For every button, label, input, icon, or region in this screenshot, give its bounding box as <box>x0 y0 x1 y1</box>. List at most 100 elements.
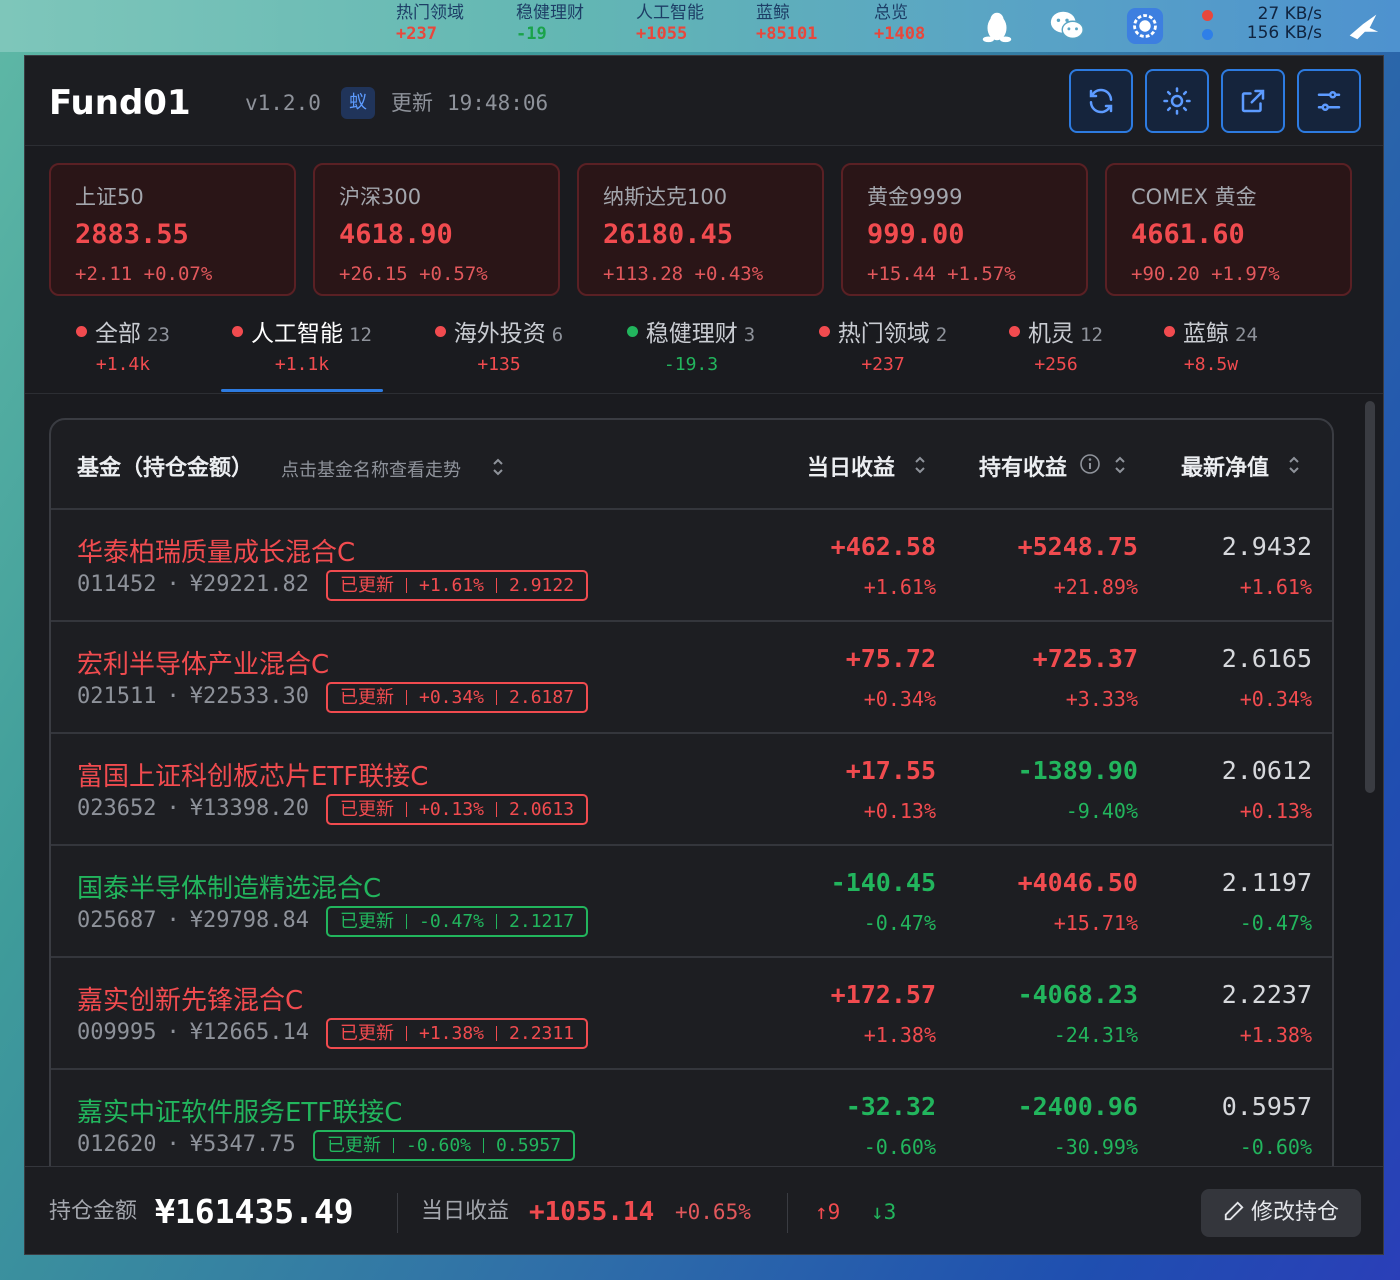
tab-status-dot-icon <box>1164 326 1176 337</box>
refresh-button[interactable] <box>1069 69 1133 133</box>
daily-profit-pct: -0.60% <box>863 1135 936 1159</box>
qq-penguin-icon[interactable] <box>978 7 1016 45</box>
daily-profit: +17.55 <box>845 756 936 785</box>
menubar-ticker[interactable]: 总览 +1408 <box>874 3 984 45</box>
fund-table: 基金（持仓金额） 点击基金名称查看走势 当日收益 持有收益 最新净值 华泰柏瑞质 <box>49 418 1334 1218</box>
badge-estimate-pct: +0.34% <box>419 687 485 708</box>
menubar-ticker-name: 热门领域 <box>396 3 464 23</box>
latest-nav-pct: +1.38% <box>1239 1023 1312 1047</box>
tab-1[interactable]: 全部 23 +1.4k <box>25 319 223 380</box>
menubar-ticker[interactable]: 稳健理财 -19 <box>516 3 626 45</box>
bird-icon[interactable] <box>1344 7 1382 45</box>
tab-profit: +135 <box>477 354 521 375</box>
index-name: 沪深300 <box>339 185 422 209</box>
fund-amount: ¥22533.30 <box>189 684 309 709</box>
settings-button[interactable] <box>1297 69 1361 133</box>
sort-nav-icon[interactable] <box>1287 454 1301 476</box>
fund-update-badge: 已更新 -0.60% 0.5957 <box>313 1130 576 1161</box>
index-card[interactable]: 纳斯达克100 26180.45 +113.28 +0.43% <box>577 163 824 296</box>
menubar-ticker[interactable]: 蓝鲸 +85101 <box>756 3 866 45</box>
app-logo: Fund01 <box>49 84 191 120</box>
tab-profit: +1.1k <box>274 354 330 375</box>
index-card[interactable]: 上证50 2883.55 +2.11 +0.07% <box>49 163 296 296</box>
sort-hold-icon[interactable] <box>1113 454 1127 476</box>
open-external-button[interactable] <box>1221 69 1285 133</box>
badge-estimate-pct: +1.38% <box>419 1023 485 1044</box>
menubar-ticker[interactable]: 人工智能 +1055 <box>636 3 746 45</box>
tab-profit: +8.5w <box>1183 354 1239 375</box>
tab-title: 热门领域 2 <box>783 319 983 350</box>
table-header: 基金（持仓金额） 点击基金名称查看走势 当日收益 持有收益 最新净值 <box>51 420 1332 510</box>
fund-code: 011452 <box>77 572 157 597</box>
col-hold-header[interactable]: 持有收益 <box>979 450 1067 482</box>
col-daily-header[interactable]: 当日收益 <box>807 450 895 482</box>
tab-7[interactable]: 蓝鲸 24 +8.5w <box>1111 319 1311 380</box>
fund-meta: 009995 · ¥12665.14 <box>77 1020 309 1045</box>
tabs-divider <box>25 393 1383 394</box>
col-fund-header[interactable]: 基金（持仓金额） <box>77 450 253 482</box>
tab-status-dot-icon <box>434 326 446 337</box>
app-logo-text: Fund01 <box>49 84 191 120</box>
tab-3[interactable]: 海外投资 6 +135 <box>399 319 599 380</box>
tab-count: 23 <box>147 324 170 346</box>
daily-profit-pct: +0.34% <box>863 687 936 711</box>
tab-count: 2 <box>935 324 948 346</box>
tab-status-dot-icon <box>1009 326 1021 337</box>
badge-estimate-nav: 2.9122 <box>509 575 575 596</box>
tab-4[interactable]: 稳健理财 3 -19.3 <box>591 319 791 380</box>
daily-total-pct: +0.65% <box>675 1200 751 1224</box>
tab-title: 稳健理财 3 <box>591 319 791 350</box>
fund-code: 021511 <box>77 684 157 709</box>
tab-count: 3 <box>743 324 756 346</box>
fund-amount: ¥29798.84 <box>189 908 309 933</box>
sun-icon <box>1163 87 1191 115</box>
edit-holdings-button[interactable]: 修改持仓 <box>1201 1189 1361 1237</box>
badge-status: 已更新 <box>340 575 394 596</box>
hold-profit: +4046.50 <box>1017 868 1138 897</box>
sort-daily-icon[interactable] <box>913 454 927 476</box>
app-gear-icon[interactable] <box>1126 7 1164 45</box>
system-menubar: 热门领域 +237 稳健理财 -19 人工智能 +1055 蓝鲸 +85101 总览 +1408 … <box>0 0 1400 52</box>
down-count: ↓3 <box>871 1200 897 1224</box>
badge-status: 已更新 <box>340 911 394 932</box>
fund-name[interactable]: 嘉实创新先锋混合C <box>77 980 303 1017</box>
fund-meta: 023652 · ¥13398.20 <box>77 796 309 821</box>
wechat-icon[interactable] <box>1048 7 1086 45</box>
fund-name[interactable]: 宏利半导体产业混合C <box>77 644 329 681</box>
scrollbar[interactable] <box>1365 401 1375 793</box>
latest-nav: 2.2237 <box>1221 980 1312 1009</box>
tab-label: 稳健理财 <box>645 321 738 347</box>
index-card[interactable]: 黄金9999 999.00 +15.44 +1.57% <box>841 163 1088 296</box>
table-row: 富国上证科创板芯片ETF联接C 023652 · ¥13398.20 已更新 +0.13%… <box>51 734 1332 846</box>
col-nav-header[interactable]: 最新净值 <box>1181 450 1269 482</box>
tab-2[interactable]: 人工智能 12 +1.1k <box>202 319 402 380</box>
menubar-ticker[interactable]: 热门领域 +237 <box>396 3 506 45</box>
fund-update-badge: 已更新 +1.38% 2.2311 <box>326 1018 589 1049</box>
info-icon[interactable] <box>1079 453 1101 475</box>
index-value: 2883.55 <box>75 219 189 250</box>
daily-profit-pct: +1.38% <box>863 1023 936 1047</box>
hold-profit: -2400.96 <box>1017 1092 1138 1121</box>
index-value: 4618.90 <box>339 219 453 250</box>
fund-amount: ¥5347.75 <box>189 1132 296 1157</box>
index-value: 999.00 <box>867 219 965 250</box>
tab-5[interactable]: 热门领域 2 +237 <box>783 319 983 380</box>
theme-toggle-button[interactable] <box>1145 69 1209 133</box>
fund-name[interactable]: 富国上证科创板芯片ETF联接C <box>77 756 428 793</box>
app-version: v1.2.0 <box>245 91 321 115</box>
latest-nav-pct: +0.13% <box>1239 799 1312 823</box>
app-window: Fund01 v1.2.0 蚁 更新 19:48:06 上证50 2883.55… <box>24 55 1384 1255</box>
sort-fund-icon[interactable] <box>491 456 505 478</box>
fund-name[interactable]: 国泰半导体制造精选混合C <box>77 868 381 905</box>
latest-nav-pct: +1.61% <box>1239 575 1312 599</box>
index-card[interactable]: COMEX 黄金 4661.60 +90.20 +1.97% <box>1105 163 1352 296</box>
ant-source-badge: 蚁 <box>341 87 375 119</box>
daily-profit: +75.72 <box>845 644 936 673</box>
latest-nav: 0.5957 <box>1221 1092 1312 1121</box>
fund-meta-separator: · <box>166 796 180 821</box>
hold-profit-pct: -9.40% <box>1065 799 1138 823</box>
fund-name[interactable]: 嘉实中证软件服务ETF联接C <box>77 1092 402 1129</box>
hold-profit: +725.37 <box>1032 644 1138 673</box>
fund-name[interactable]: 华泰柏瑞质量成长混合C <box>77 532 355 569</box>
index-card[interactable]: 沪深300 4618.90 +26.15 +0.57% <box>313 163 560 296</box>
